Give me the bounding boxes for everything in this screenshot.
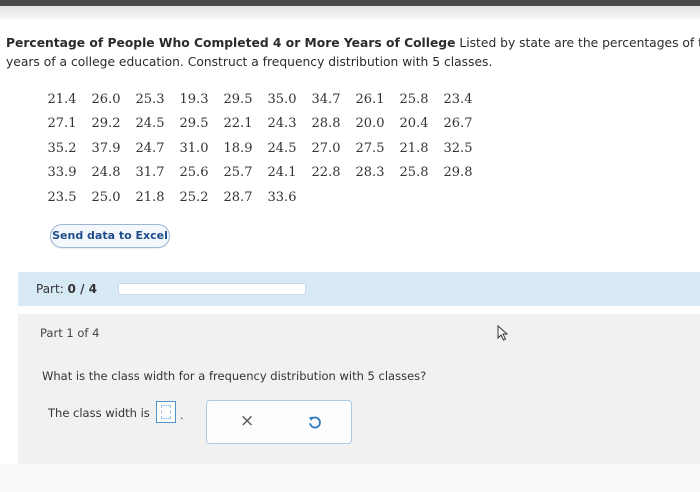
data-row: 35.2 37.9 24.7 31.0 18.9 24.5 27.0 27.5 21.8 32.5 bbox=[40, 136, 480, 161]
data-cell: 24.7 bbox=[135, 140, 165, 156]
question-content: Percentage of People Who Completed 4 or … bbox=[0, 20, 700, 492]
data-row: 23.5 25.0 21.8 25.2 28.7 33.6 bbox=[40, 185, 480, 210]
question-intro: Listed by state are the percentages of t… bbox=[459, 36, 700, 50]
data-cell: 20.4 bbox=[399, 116, 429, 132]
data-cell: 21.8 bbox=[135, 189, 165, 205]
data-cell: 32.5 bbox=[443, 140, 473, 156]
data-cell: 29.2 bbox=[91, 116, 121, 132]
data-cell: 35.0 bbox=[267, 91, 297, 107]
data-row: 33.9 24.8 31.7 25.6 25.7 24.1 22.8 28.3 25.8 29.8 bbox=[40, 161, 480, 186]
data-cell: 24.5 bbox=[267, 140, 297, 156]
data-cell: 29.8 bbox=[443, 165, 473, 181]
data-cell: 26.1 bbox=[355, 91, 385, 107]
data-cell: 24.3 bbox=[267, 116, 297, 132]
data-cell: 21.8 bbox=[399, 140, 429, 156]
data-cell: 25.7 bbox=[223, 165, 253, 181]
part-panel: Part 1 of 4 What is the class width for … bbox=[18, 314, 700, 464]
data-cell: 35.2 bbox=[47, 140, 77, 156]
data-cell: 20.0 bbox=[355, 116, 385, 132]
data-cell: 23.5 bbox=[47, 189, 77, 205]
data-cell: 28.8 bbox=[311, 116, 341, 132]
data-cell: 28.3 bbox=[355, 165, 385, 181]
data-cell: 27.5 bbox=[355, 140, 385, 156]
mouse-cursor-icon bbox=[497, 325, 509, 341]
question-text: Percentage of People Who Completed 4 or … bbox=[6, 34, 700, 72]
part-of-label: Part 1 of 4 bbox=[40, 326, 100, 340]
answer-actions: × bbox=[206, 400, 352, 444]
data-cell: 25.6 bbox=[179, 165, 209, 181]
data-cell: 22.8 bbox=[311, 165, 341, 181]
data-cell: 28.7 bbox=[223, 189, 253, 205]
data-cell: 24.5 bbox=[135, 116, 165, 132]
part-label: Part: 0 / 4 bbox=[36, 282, 97, 296]
answer-label: The class width is bbox=[48, 406, 150, 420]
data-cell: 27.0 bbox=[311, 140, 341, 156]
data-cell: 37.9 bbox=[91, 140, 121, 156]
data-cell: 25.3 bbox=[135, 91, 165, 107]
data-cell: 19.3 bbox=[179, 91, 209, 107]
data-cell: 23.4 bbox=[443, 91, 473, 107]
part-progress-bar: Part: 0 / 4 bbox=[18, 272, 700, 306]
part-label-prefix: Part: bbox=[36, 282, 68, 296]
undo-icon[interactable] bbox=[307, 414, 323, 430]
question-line-2: years of a college education. Construct … bbox=[6, 55, 493, 69]
data-table: 21.4 26.0 25.3 19.3 29.5 35.0 34.7 26.1 25.8 23.4… bbox=[40, 87, 480, 210]
data-cell: 29.5 bbox=[223, 91, 253, 107]
data-cell: 27.1 bbox=[47, 116, 77, 132]
data-cell: 24.8 bbox=[91, 165, 121, 181]
question-prompt: What is the class width for a frequency … bbox=[42, 369, 427, 383]
send-to-excel-button[interactable]: Send data to Excel bbox=[50, 224, 170, 248]
data-row: 21.4 26.0 25.3 19.3 29.5 35.0 34.7 26.1 25.8 23.4 bbox=[40, 87, 480, 112]
progress-track bbox=[118, 283, 306, 295]
data-cell: 34.7 bbox=[311, 91, 341, 107]
data-cell: 31.7 bbox=[135, 165, 165, 181]
answer-placeholder-box bbox=[161, 405, 171, 419]
data-cell: 26.7 bbox=[443, 116, 473, 132]
data-cell: 31.0 bbox=[179, 140, 209, 156]
data-row: 27.1 29.2 24.5 29.5 22.1 24.3 28.8 20.0 20.4 26.7 bbox=[40, 112, 480, 137]
data-cell: 22.1 bbox=[223, 116, 253, 132]
data-cell: 25.2 bbox=[179, 189, 209, 205]
data-cell: 33.9 bbox=[47, 165, 77, 181]
answer-period: . bbox=[180, 409, 184, 422]
clear-button[interactable]: × bbox=[240, 411, 254, 431]
question-title: Percentage of People Who Completed 4 or … bbox=[6, 36, 456, 50]
data-cell: 25.0 bbox=[91, 189, 121, 205]
part-count: 0 / 4 bbox=[67, 282, 97, 296]
top-fade bbox=[0, 6, 700, 18]
data-cell: 21.4 bbox=[47, 91, 77, 107]
data-cell: 26.0 bbox=[91, 91, 121, 107]
data-cell: 25.8 bbox=[399, 165, 429, 181]
question-line-1: Percentage of People Who Completed 4 or … bbox=[6, 34, 700, 53]
data-cell: 33.6 bbox=[267, 189, 297, 205]
data-cell: 24.1 bbox=[267, 165, 297, 181]
data-cell: 18.9 bbox=[223, 140, 253, 156]
data-cell: 25.8 bbox=[399, 91, 429, 107]
lower-area bbox=[0, 464, 700, 492]
class-width-input[interactable] bbox=[156, 401, 176, 423]
browser-top-strip bbox=[0, 0, 700, 18]
data-cell: 29.5 bbox=[179, 116, 209, 132]
